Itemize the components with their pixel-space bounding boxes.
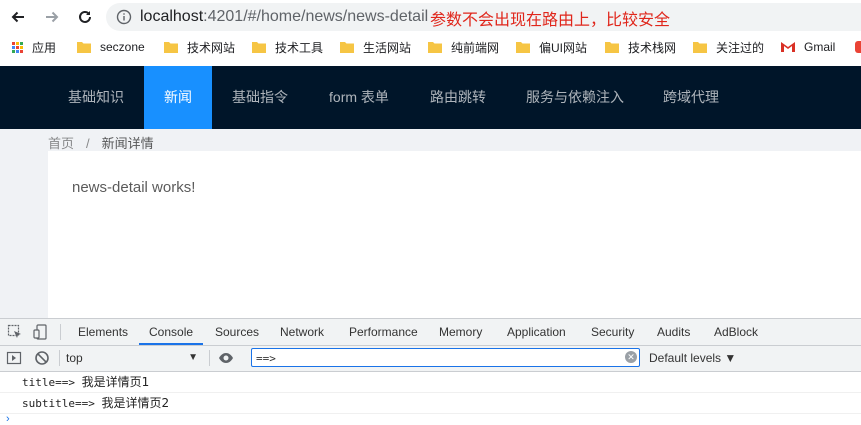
log-key: title==>	[22, 376, 75, 389]
menu-item-directives[interactable]: 基础指令	[212, 66, 308, 129]
bookmark-label: 技术网站	[187, 40, 236, 55]
console-toolbar: top ▼ ==> ✕ Default levels ▼	[0, 346, 861, 372]
reload-icon	[79, 10, 91, 23]
folder-icon	[605, 41, 619, 53]
sidebar-toggle-icon[interactable]	[6, 350, 22, 366]
console-prompt[interactable]: ›	[6, 413, 10, 425]
log-value: 我是详情页2	[101, 396, 170, 410]
breadcrumb: 首页 / 新闻详情	[48, 133, 154, 152]
content-card: news-detail works!	[48, 151, 861, 318]
apps-grid-icon	[12, 41, 23, 53]
bookmarks-bar: 应用 seczone 技术网站 技术工具 生活网站 纯前端网 偏UI网站 技术栈…	[0, 34, 861, 60]
info-icon[interactable]	[116, 9, 132, 25]
forward-button[interactable]	[40, 6, 64, 28]
console-messages: title==> 我是详情页1 subtitle==> 我是详情页2	[0, 372, 861, 414]
clear-console-icon[interactable]	[34, 350, 50, 366]
devtools-tabbar: Elements Console Sources Network Perform…	[0, 319, 861, 346]
folder-icon	[693, 41, 707, 53]
console-message: title==> 我是详情页1	[0, 372, 861, 393]
log-key: subtitle==>	[22, 397, 95, 410]
folder-icon	[516, 41, 530, 53]
bookmark-label: seczone	[100, 40, 145, 54]
device-toolbar-icon[interactable]	[33, 324, 49, 340]
clear-filter-icon[interactable]: ✕	[625, 351, 637, 363]
breadcrumb-current: 新闻详情	[101, 136, 154, 151]
bookmark-folder[interactable]: 技术工具	[252, 39, 323, 55]
tab-adblock[interactable]: AdBlock	[714, 319, 758, 345]
menu-item-routing[interactable]: 路由跳转	[410, 66, 506, 129]
forward-arrow-icon	[46, 11, 59, 23]
tab-performance[interactable]: Performance	[349, 319, 418, 345]
content-area: 首页 / 新闻详情 news-detail works!	[0, 129, 861, 318]
menu-item-basics[interactable]: 基础知识	[48, 66, 144, 129]
breadcrumb-separator: /	[86, 136, 90, 151]
menu-item-news[interactable]: 新闻	[144, 66, 212, 129]
tab-sources[interactable]: Sources	[215, 319, 259, 345]
bookmark-label: 生活网站	[363, 40, 412, 55]
toolbar-separator	[59, 350, 60, 366]
tab-memory[interactable]: Memory	[439, 319, 482, 345]
tab-separator	[60, 324, 61, 340]
annotation-note: 参数不会出现在路由上，比较安全	[430, 12, 671, 29]
log-value: 我是详情页1	[81, 375, 150, 389]
app-header-menu: 基础知识 新闻 基础指令 form 表单 路由跳转 服务与依赖注入 跨域代理	[0, 66, 861, 129]
devtools-panel: Elements Console Sources Network Perform…	[0, 318, 861, 425]
bookmark-apps[interactable]: 应用	[12, 39, 56, 55]
folder-icon	[340, 41, 354, 53]
tab-console[interactable]: Console	[139, 319, 204, 345]
bookmark-folder[interactable]: 技术网站	[164, 39, 235, 55]
bookmark-label: 技术栈网	[628, 40, 677, 55]
news-detail-text: news-detail works!	[72, 179, 196, 196]
folder-icon	[77, 41, 91, 53]
bookmark-folder[interactable]: 关注过的	[693, 39, 764, 55]
breadcrumb-home[interactable]: 首页	[48, 136, 74, 151]
bookmark-label: Gmail	[804, 40, 836, 54]
reload-button[interactable]	[73, 6, 97, 28]
bookmark-folder[interactable]: 生活网站	[340, 39, 411, 55]
bookmark-folder[interactable]: 纯前端网	[428, 39, 499, 55]
bookmark-label: 关注过的	[716, 40, 765, 55]
menu-item-form[interactable]: form 表单	[308, 66, 410, 129]
bookmark-label: 技术工具	[275, 40, 324, 55]
bookmark-label: 应用	[32, 40, 57, 55]
browser-toolbar: localhost:4201/#/home/news/news-detail 参…	[0, 0, 861, 34]
toolbar-separator	[209, 350, 210, 366]
url-text[interactable]: localhost:4201/#/home/news/news-detail	[140, 8, 428, 26]
context-value: top	[66, 351, 83, 365]
bookmark-label: 偏UI网站	[539, 40, 588, 55]
folder-icon	[164, 41, 178, 53]
tab-application[interactable]: Application	[507, 319, 566, 345]
live-expression-eye-icon[interactable]	[218, 350, 234, 366]
log-levels-dropdown[interactable]: Default levels ▼	[649, 346, 736, 371]
console-filter-input[interactable]: ==>	[251, 348, 640, 367]
caret-down-icon: ▼	[188, 352, 198, 363]
overflow-bookmark-icon[interactable]	[855, 41, 861, 53]
back-arrow-icon	[11, 11, 24, 23]
console-message: subtitle==> 我是详情页2	[0, 393, 861, 414]
menu-item-proxy[interactable]: 跨域代理	[644, 66, 738, 129]
tab-security[interactable]: Security	[591, 319, 634, 345]
tab-audits[interactable]: Audits	[657, 319, 690, 345]
tab-elements[interactable]: Elements	[78, 319, 128, 345]
url-host: localhost	[140, 8, 204, 25]
bookmark-folder[interactable]: 偏UI网站	[516, 39, 587, 55]
folder-icon	[252, 41, 266, 53]
bookmark-label: 纯前端网	[451, 40, 500, 55]
folder-icon	[428, 41, 442, 53]
back-button[interactable]	[6, 6, 30, 28]
menu-item-services[interactable]: 服务与依赖注入	[506, 66, 644, 129]
bookmark-folder[interactable]: seczone	[77, 39, 145, 55]
url-path: :4201/#/home/news/news-detail	[203, 8, 429, 25]
gmail-icon	[781, 42, 795, 52]
context-select[interactable]: top ▼	[66, 349, 204, 367]
inspect-element-icon[interactable]	[7, 324, 23, 340]
bookmark-folder[interactable]: 技术栈网	[605, 39, 676, 55]
bookmark-gmail[interactable]: Gmail	[780, 39, 835, 55]
tab-network[interactable]: Network	[280, 319, 324, 345]
